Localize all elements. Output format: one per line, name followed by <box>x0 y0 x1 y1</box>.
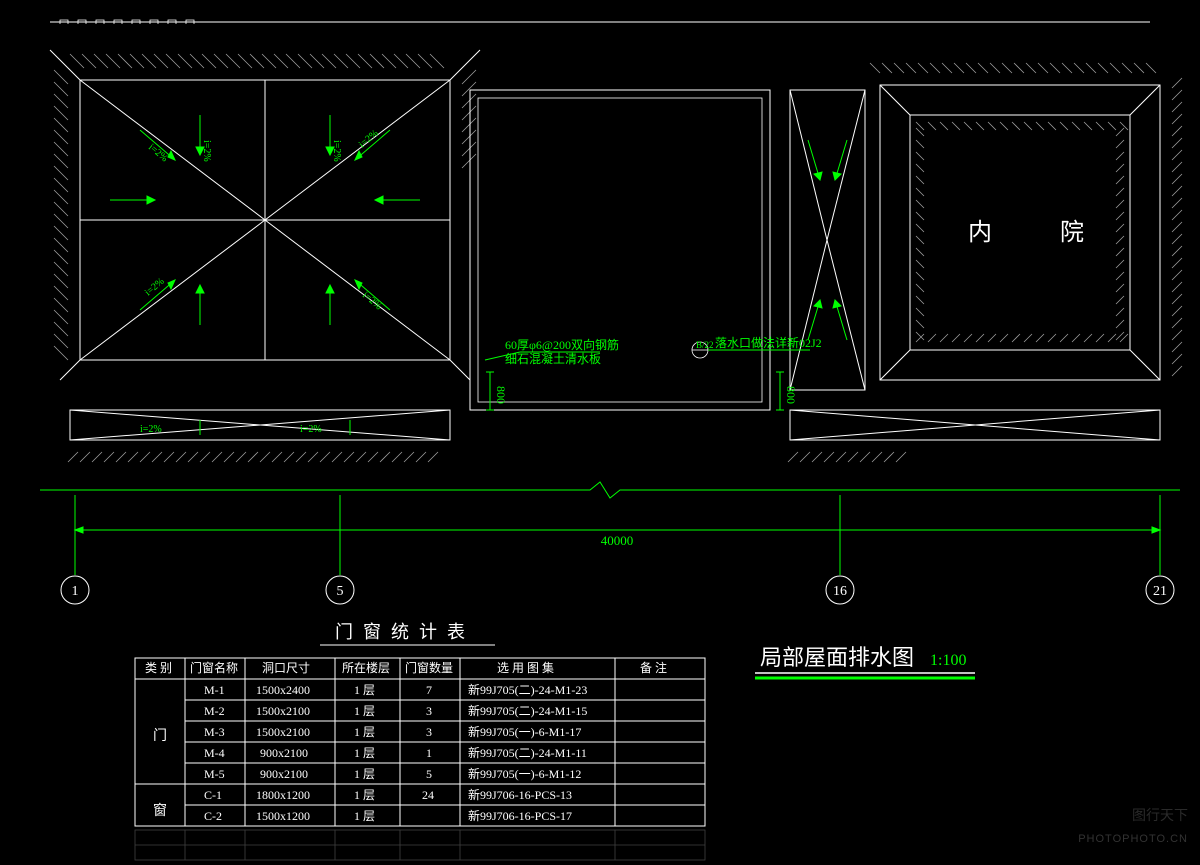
slope-label: i=2% <box>143 276 167 298</box>
cell: 900x2100 <box>260 746 308 760</box>
th-floor: 所在楼层 <box>342 660 390 675</box>
drawing-scale: 1:100 <box>930 652 966 669</box>
top-parapet <box>50 20 1150 24</box>
slope-label: i=2% <box>300 424 322 435</box>
cell: M-3 <box>204 725 225 739</box>
grid-label-5: 5 <box>337 584 344 599</box>
note-line-2: 细石混凝土清水板 <box>505 351 601 366</box>
table-title: 门窗统计表 <box>335 622 475 642</box>
detail-ref: B/22 <box>696 340 714 350</box>
cad-canvas: i=2% i=2% i=2% i=2% i=2% i=2% <box>0 0 1200 865</box>
cell: 1500x1200 <box>256 809 310 823</box>
cell: 新99J705(一)-6-M1-17 <box>468 724 581 739</box>
cell: 新99J706-16-PCS-13 <box>468 787 572 802</box>
cat-window: 窗 <box>153 802 167 819</box>
dim-800-a: 800 <box>494 386 508 404</box>
roof-block-left: i=2% i=2% i=2% i=2% i=2% i=2% <box>50 50 480 380</box>
cell: 1500x2100 <box>256 704 310 718</box>
cell: 1 层 <box>354 809 375 823</box>
cad-drawing-viewport: { "drawing": { "title": "局部屋面排水图", "scal… <box>0 0 1200 865</box>
cell: 1500x2100 <box>256 725 310 739</box>
slope-label: i=2% <box>360 290 384 312</box>
cell: 1 层 <box>354 704 375 718</box>
watermark-cn: 图行天下 <box>1132 805 1188 825</box>
cell: 1 <box>426 746 432 760</box>
cell: 1500x2400 <box>256 683 310 697</box>
cell: 1 层 <box>354 767 375 781</box>
cell: 新99J705(二)-24-M1-23 <box>468 682 587 697</box>
watermark-en: PHOTOPHOTO.CN <box>1078 833 1188 845</box>
cell: 1 层 <box>354 725 375 739</box>
cell: 24 <box>422 788 434 802</box>
schedule-table: 门窗统计表 类 别 门窗名称 洞口尺寸 所在楼层 门窗数量 选 用 图 集 <box>135 622 705 826</box>
cell: M-5 <box>204 767 225 781</box>
th-qty: 门窗数量 <box>405 660 453 675</box>
slope-label: i=2% <box>140 424 162 435</box>
cell: 新99J706-16-PCS-17 <box>468 808 572 823</box>
dim-800-b: 800 <box>784 386 798 404</box>
th-category: 类 别 <box>145 661 172 675</box>
dim-total: 40000 <box>601 533 634 548</box>
cell: 1 层 <box>354 683 375 697</box>
cell: 3 <box>426 725 432 739</box>
break-line <box>40 482 1180 498</box>
cell: 新99J705(一)-6-M1-12 <box>468 766 581 781</box>
cell: 5 <box>426 767 432 781</box>
cat-door: 门 <box>153 728 167 744</box>
grid-bubbles: 1 5 16 21 <box>61 576 1174 604</box>
roof-block-right: 内 院 <box>870 63 1182 380</box>
bottom-awnings: i=2% i=2% <box>68 410 1160 462</box>
slope-label: i=2% <box>357 128 381 150</box>
th-size: 洞口尺寸 <box>262 661 310 675</box>
drawing-title-block: 局部屋面排水图 1:100 <box>755 645 975 678</box>
cell: 1800x1200 <box>256 788 310 802</box>
note-line-1: 60厚φ6@200双向钢筋 <box>505 337 619 352</box>
cell: 1 层 <box>354 746 375 760</box>
cell: 新99J705(二)-24-M1-11 <box>468 745 587 760</box>
slope-label: i=2% <box>201 140 212 162</box>
cell: 新99J705(二)-24-M1-15 <box>468 703 587 718</box>
cell: C-2 <box>204 809 222 823</box>
slope-label: i=2% <box>331 140 342 162</box>
th-remark: 备 注 <box>640 660 667 675</box>
grid-label-21: 21 <box>1153 584 1167 599</box>
grid-label-1: 1 <box>72 584 79 599</box>
note-line-3: 落水口做法详新02J2 <box>715 335 822 350</box>
grid-label-16: 16 <box>833 584 847 599</box>
annotations: 60厚φ6@200双向钢筋 细石混凝土清水板 B/22 落水口做法详新02J2 <box>485 335 822 366</box>
table-rows: M-1 1500x2400 1 层 7 新99J705(二)-24-M1-23 … <box>204 682 587 823</box>
dim-vertical <box>486 372 784 410</box>
cell: M-2 <box>204 704 225 718</box>
ghost-table-bg <box>135 830 705 860</box>
roof-plan: i=2% i=2% i=2% i=2% i=2% i=2% <box>40 20 1182 604</box>
courtyard-label: 内 院 <box>968 219 1106 246</box>
cell: 1 层 <box>354 788 375 802</box>
cell: M-4 <box>204 746 225 760</box>
cell: M-1 <box>204 683 225 697</box>
cell: C-1 <box>204 788 222 802</box>
th-atlas: 选 用 图 集 <box>497 660 554 675</box>
drawing-title: 局部屋面排水图 <box>760 645 914 670</box>
cell: 7 <box>426 683 432 697</box>
cell: 3 <box>426 704 432 718</box>
th-name: 门窗名称 <box>190 660 238 675</box>
cell: 900x2100 <box>260 767 308 781</box>
